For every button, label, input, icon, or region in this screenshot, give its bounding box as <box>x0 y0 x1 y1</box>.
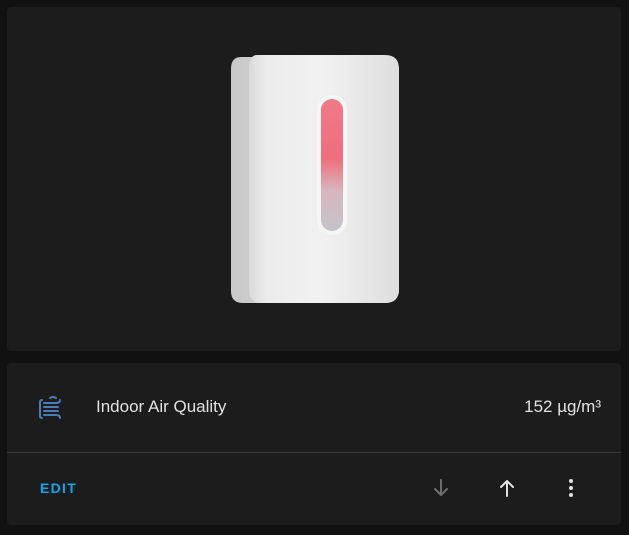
move-down-button[interactable] <box>426 473 456 503</box>
entity-state: 152 µg/m³ <box>524 397 601 416</box>
edit-button[interactable]: EDIT <box>34 475 83 501</box>
move-up-button[interactable] <box>492 473 522 503</box>
picture-card <box>7 7 621 351</box>
arrow-up-icon <box>500 480 514 497</box>
entity-card: Indoor Air Quality 152 µg/m³ EDIT <box>7 363 621 525</box>
dots-vertical-icon <box>569 479 573 497</box>
air-quality-sensor-image <box>231 55 399 303</box>
air-filter-icon <box>39 396 61 419</box>
more-options-button[interactable] <box>556 473 586 503</box>
entity-row[interactable]: Indoor Air Quality 152 µg/m³ <box>7 363 621 452</box>
entity-name: Indoor Air Quality <box>96 397 227 416</box>
arrow-down-icon <box>434 479 448 496</box>
card-actions: EDIT <box>7 453 621 525</box>
